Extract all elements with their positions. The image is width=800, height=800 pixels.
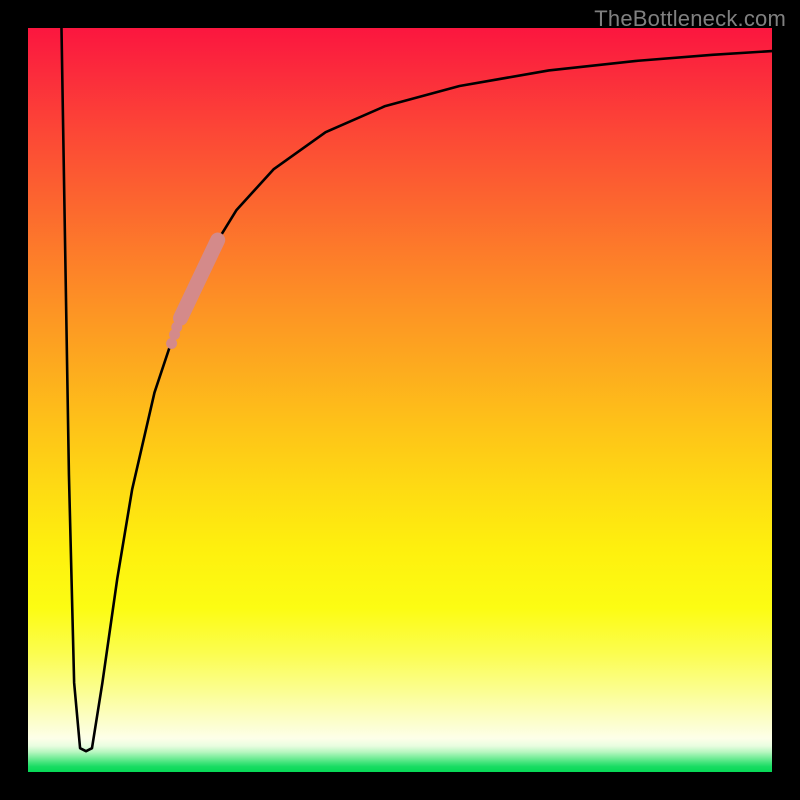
plot-svg [28, 28, 772, 772]
bottleneck-curve [61, 28, 772, 751]
dot-cluster [166, 322, 182, 349]
plot-area [28, 28, 772, 772]
watermark-text: TheBottleneck.com [594, 6, 786, 32]
highlight-band [181, 240, 218, 318]
highlight-dot [171, 322, 182, 333]
curve-layer [61, 28, 772, 751]
chart-frame: TheBottleneck.com [0, 0, 800, 800]
